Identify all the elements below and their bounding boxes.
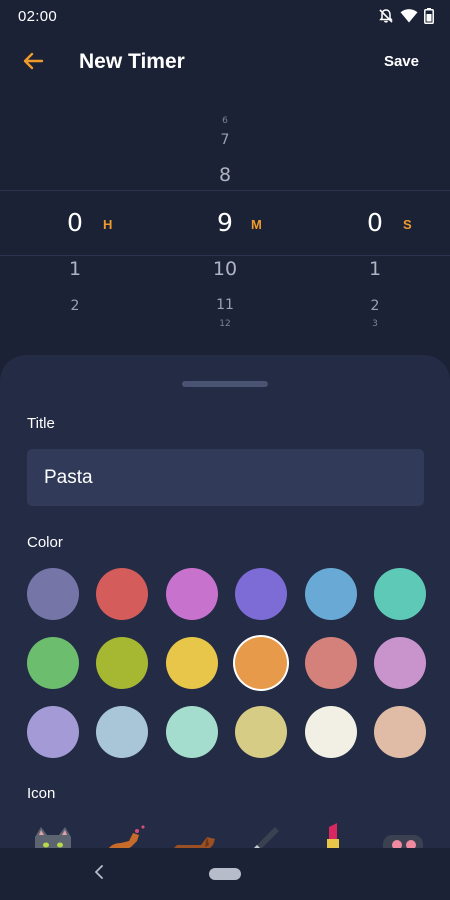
title-input-value: Pasta bbox=[44, 466, 93, 488]
title-input[interactable]: Pasta bbox=[27, 449, 424, 506]
sheet-drag-handle[interactable] bbox=[182, 381, 268, 387]
arrow-left-icon bbox=[22, 52, 44, 75]
minutes-option: 7 bbox=[220, 132, 230, 148]
color-swatch[interactable] bbox=[27, 568, 79, 620]
hours-selected-value: 0 bbox=[67, 208, 83, 237]
hours-option: 1 bbox=[68, 258, 82, 280]
minutes-option: 10 bbox=[212, 258, 238, 280]
duration-picker: 0 1 2 H 6 7 8 9 10 11 12 M 0 1 2 3 S bbox=[0, 100, 450, 350]
color-swatch[interactable] bbox=[166, 637, 218, 689]
color-swatch[interactable] bbox=[27, 637, 79, 689]
minutes-option: 11 bbox=[216, 297, 234, 313]
color-swatch[interactable] bbox=[305, 568, 357, 620]
seconds-wheel[interactable]: 0 1 2 3 bbox=[300, 100, 450, 350]
color-swatch[interactable] bbox=[235, 568, 287, 620]
seconds-selected-value: 0 bbox=[367, 208, 383, 237]
color-swatch[interactable] bbox=[235, 706, 287, 758]
seconds-unit-label: S bbox=[403, 217, 412, 232]
seconds-option: 1 bbox=[368, 258, 382, 280]
nav-back-button[interactable] bbox=[90, 864, 108, 884]
color-swatch[interactable] bbox=[166, 568, 218, 620]
wifi-icon bbox=[400, 9, 418, 23]
save-button[interactable]: Save bbox=[384, 53, 419, 70]
status-time: 02:00 bbox=[18, 7, 58, 25]
color-swatch[interactable] bbox=[374, 637, 426, 689]
color-swatch[interactable] bbox=[374, 706, 426, 758]
color-swatch[interactable] bbox=[96, 637, 148, 689]
minutes-option: 12 bbox=[219, 319, 231, 329]
notifications-off-icon bbox=[378, 8, 394, 24]
color-swatch[interactable] bbox=[305, 637, 357, 689]
system-nav-bar bbox=[0, 848, 450, 900]
back-button[interactable] bbox=[18, 48, 48, 78]
color-label: Color bbox=[27, 534, 63, 551]
app-bar: New Timer Save bbox=[0, 40, 450, 86]
color-swatch[interactable] bbox=[374, 568, 426, 620]
minutes-wheel[interactable]: 6 7 8 9 10 11 12 bbox=[150, 100, 300, 350]
status-icons bbox=[378, 8, 434, 24]
color-swatch[interactable] bbox=[166, 706, 218, 758]
title-label: Title bbox=[27, 415, 55, 432]
icon-label: Icon bbox=[27, 785, 56, 802]
hours-option: 2 bbox=[70, 298, 80, 314]
nav-home-pill[interactable] bbox=[209, 868, 241, 880]
color-swatch[interactable] bbox=[27, 706, 79, 758]
seconds-option: 3 bbox=[372, 319, 378, 329]
color-swatch[interactable] bbox=[305, 706, 357, 758]
hours-unit-label: H bbox=[103, 217, 113, 232]
minutes-selected-value: 9 bbox=[217, 208, 233, 237]
minutes-option: 6 bbox=[222, 116, 228, 126]
color-swatch[interactable] bbox=[96, 568, 148, 620]
status-bar: 02:00 bbox=[0, 0, 450, 32]
battery-icon bbox=[424, 8, 434, 24]
color-swatch[interactable] bbox=[96, 706, 148, 758]
timer-details-sheet: Title Pasta Color Icon bbox=[0, 355, 450, 861]
nav-back-icon bbox=[94, 864, 104, 884]
page-title: New Timer bbox=[79, 50, 185, 73]
minutes-unit-label: M bbox=[251, 217, 262, 232]
hours-wheel[interactable]: 0 1 2 bbox=[0, 100, 150, 350]
minutes-option: 8 bbox=[218, 164, 232, 186]
seconds-option: 2 bbox=[370, 298, 380, 314]
color-swatch[interactable] bbox=[235, 637, 287, 689]
